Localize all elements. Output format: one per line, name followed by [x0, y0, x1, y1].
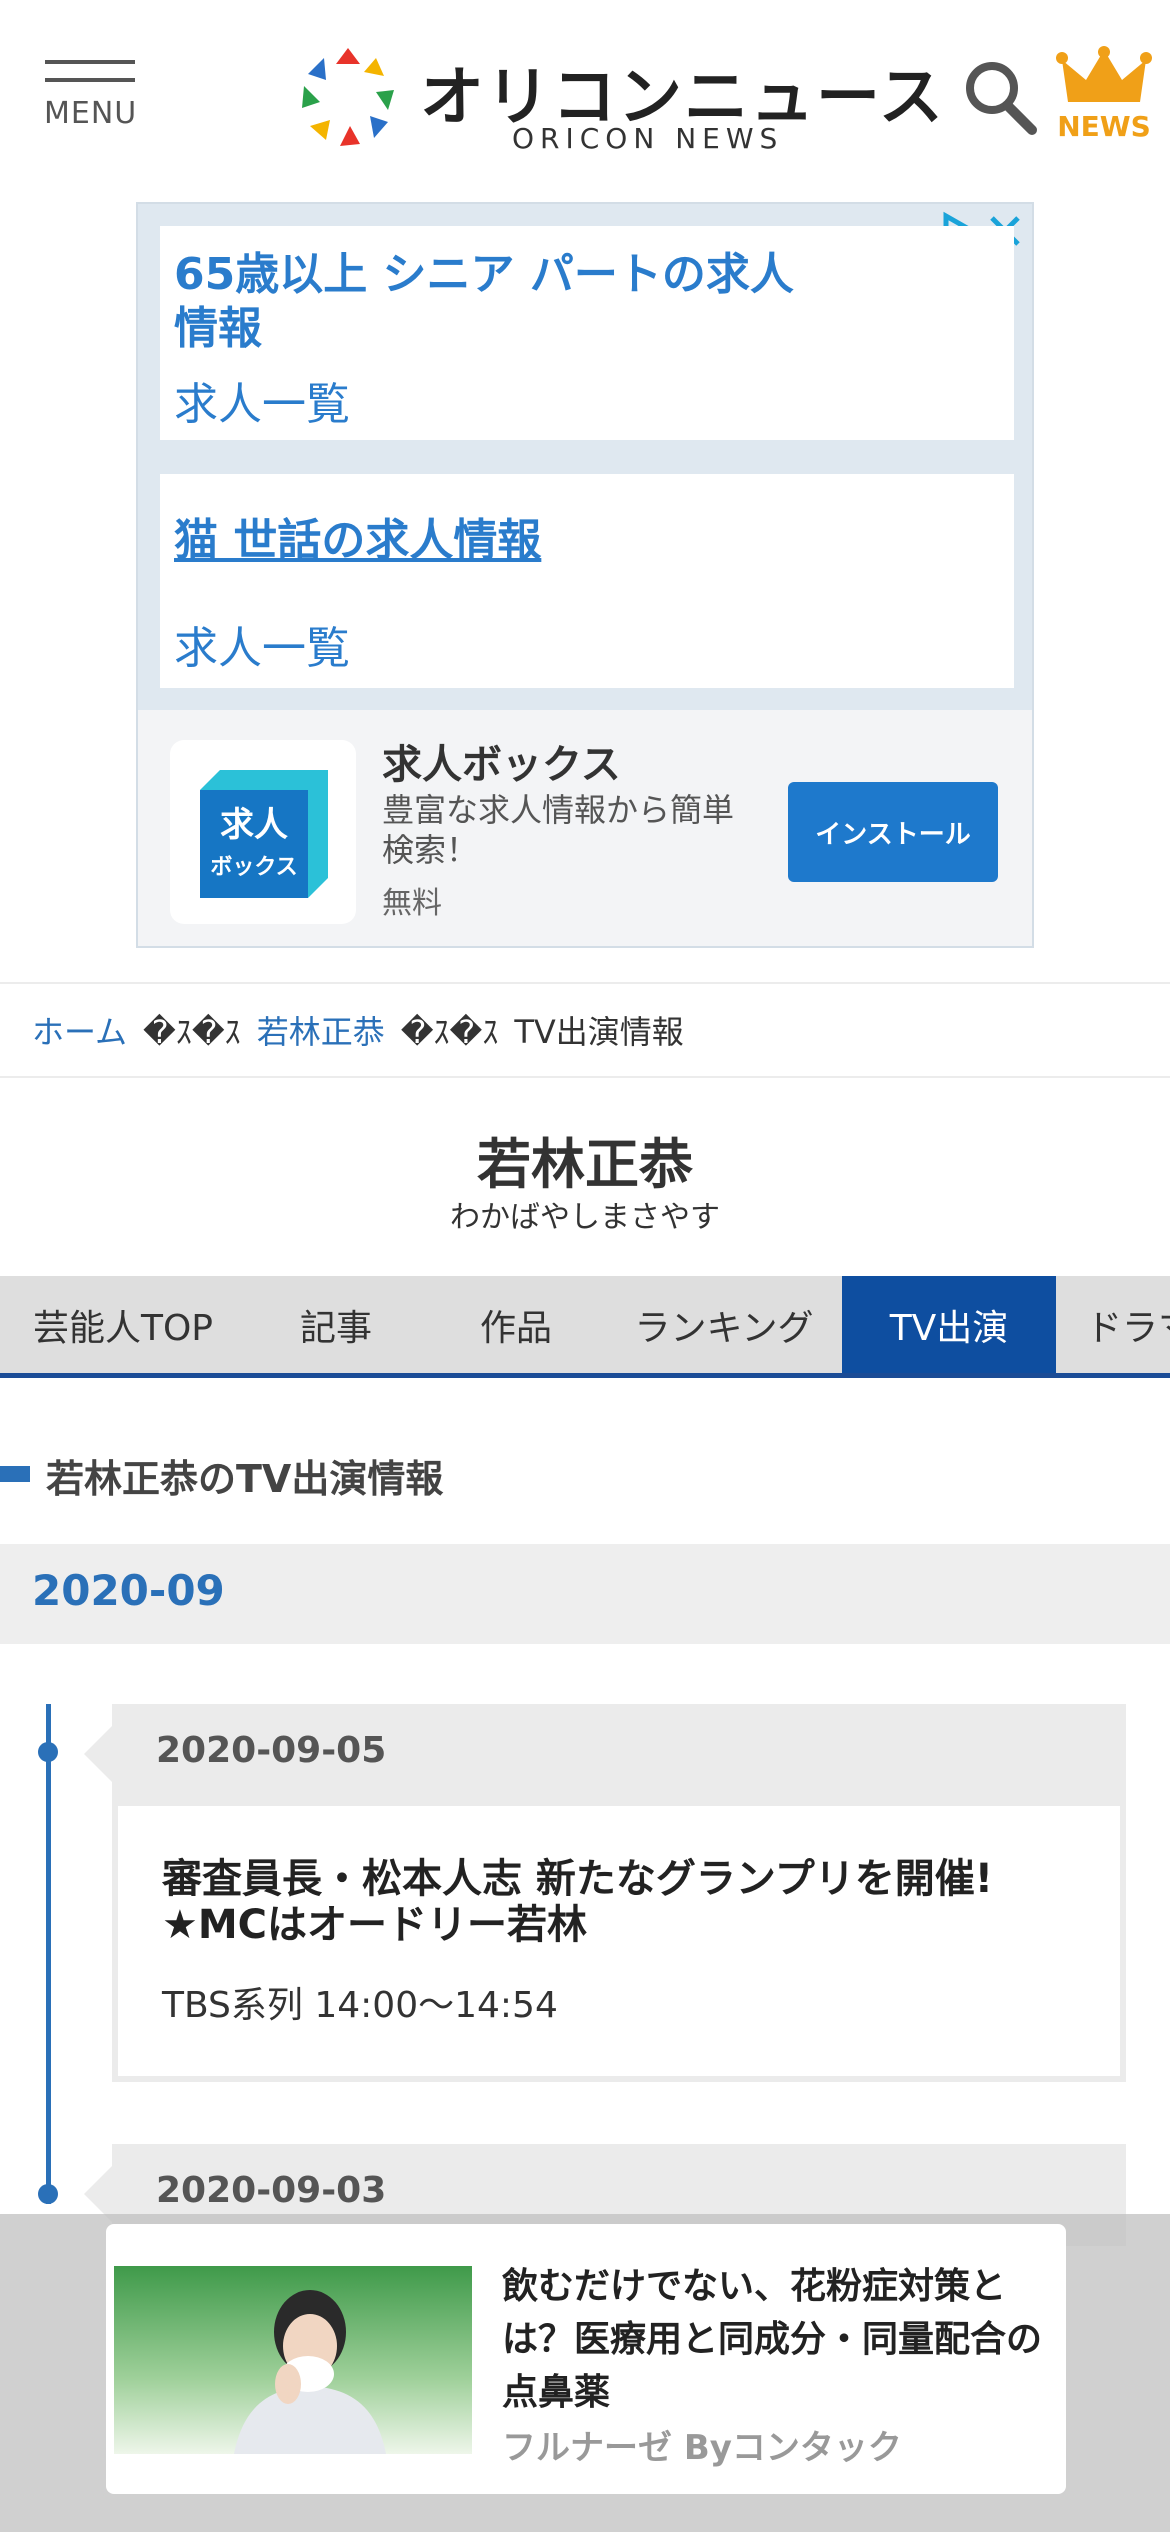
install-button[interactable]: インストール — [788, 782, 998, 882]
bottom-overlay-ad: 飲むだけでない、花粉症対策とは？医療用と同成分・同量配合の点鼻薬 フルナーゼ B… — [0, 2214, 1170, 2532]
crown-icon — [1056, 46, 1152, 102]
breadcrumb-home-link[interactable]: ホーム — [32, 1007, 127, 1053]
tab-top[interactable]: 芸能人TOP — [0, 1276, 246, 1373]
program-title[interactable]: 審査員長・松本人志 新たなグランプリを開催!★MCはオードリー若林 — [162, 1856, 1082, 1948]
oricon-logo-icon — [302, 48, 394, 146]
news-label: NEWS — [1057, 110, 1151, 143]
section-title: 若林正恭のTV出演情報 — [46, 1457, 444, 1501]
program-channel-time: TBS系列 14:00〜14:54 — [162, 1985, 558, 2026]
tab-ranking[interactable]: ランキング — [606, 1276, 842, 1373]
profile-tabs: 芸能人TOP 記事 作品 ランキング TV出演 ドラマ — [0, 1276, 1170, 1378]
ad-card-cat-jobs[interactable]: 猫 世話の求人情報 求人一覧 — [160, 474, 1014, 688]
ad-card-link[interactable]: 求人一覧 — [174, 612, 350, 676]
tv-program-entry[interactable]: 審査員長・松本人志 新たなグランプリを開催!★MCはオードリー若林 TBS系列 … — [112, 1806, 1126, 2082]
app-icon-container: 求人 ボックス — [170, 740, 356, 924]
month-header: 2020-09 — [0, 1544, 1170, 1644]
ad-card-senior-jobs[interactable]: 65歳以上 シニア パートの求人情報 求人一覧 — [160, 226, 1014, 440]
person-kana-reading: わかばやしまさやす — [450, 1200, 720, 1235]
overlay-ad-card[interactable]: 飲むだけでない、花粉症対策とは？医療用と同成分・同量配合の点鼻薬 フルナーゼ B… — [106, 2224, 1066, 2494]
menu-button[interactable]: MENU — [44, 56, 136, 146]
svg-text:求人: 求人 — [220, 805, 288, 845]
month-label: 2020-09 — [32, 1566, 225, 1615]
search-icon[interactable] — [962, 56, 1038, 136]
tab-tv-appearances[interactable]: TV出演 — [842, 1276, 1056, 1373]
breadcrumb: ホーム �ｽ�ｽ 若林正恭 �ｽ�ｽ TV出演情報 — [0, 982, 1170, 1078]
section-heading: 若林正恭のTV出演情報 — [0, 1448, 1170, 1504]
kyujin-box-app-icon: 求人 ボックス — [200, 770, 328, 898]
timeline-dot — [38, 2184, 58, 2204]
timeline-line — [46, 1704, 51, 2204]
app-price: 無料 — [382, 886, 442, 921]
ad-photo-woman-sneezing — [114, 2266, 472, 2454]
ad-card-title[interactable]: 65歳以上 シニア パートの求人情報 — [174, 248, 794, 356]
section-accent-bar — [0, 1466, 30, 1482]
ad-card-title[interactable]: 猫 世話の求人情報 — [174, 514, 541, 568]
tab-works[interactable]: 作品 — [426, 1276, 606, 1373]
timeline-dot — [38, 1742, 58, 1762]
tab-articles[interactable]: 記事 — [246, 1276, 426, 1373]
svg-text:ボックス: ボックス — [210, 855, 297, 880]
site-header: MENU オリコンニュース ORICON NEWS NEWS — [0, 0, 1170, 200]
logo-subtext: ORICON NEWS — [512, 122, 784, 155]
breadcrumb-separator: �ｽ�ｽ — [143, 1013, 241, 1051]
entry-date: 2020-09-05 — [156, 1730, 387, 1771]
overlay-ad-sponsor: フルナーゼ Byコンタック — [502, 2428, 902, 2468]
ad-app-promo[interactable]: 求人 ボックス 求人ボックス 豊富な求人情報から簡単検索！ 無料 インストール — [138, 710, 1032, 946]
oricon-news-logo[interactable]: オリコンニュース ORICON NEWS — [296, 40, 943, 160]
app-name: 求人ボックス — [382, 742, 621, 788]
overlay-ad-title[interactable]: 飲むだけでない、花粉症対策とは？医療用と同成分・同量配合の点鼻薬 — [502, 2260, 1042, 2419]
tab-drama[interactable]: ドラマ — [1056, 1276, 1170, 1373]
breadcrumb-current: TV出演情報 — [514, 1013, 684, 1051]
advertisement-block: 65歳以上 シニア パートの求人情報 求人一覧 猫 世話の求人情報 求人一覧 求… — [136, 202, 1034, 948]
hamburger-icon — [45, 60, 135, 64]
news-button[interactable]: NEWS — [1056, 46, 1152, 146]
app-description: 豊富な求人情報から簡単検索！ — [382, 791, 735, 869]
entry-date-bar: 2020-09-05 — [84, 1704, 1126, 1806]
breadcrumb-separator: �ｽ�ｽ — [400, 1013, 499, 1051]
ad-card-link[interactable]: 求人一覧 — [174, 368, 350, 432]
breadcrumb-person-link[interactable]: 若林正恭 — [257, 1007, 385, 1053]
page-title: 若林正恭 — [477, 1133, 693, 1196]
menu-label: MENU — [44, 96, 138, 131]
entry-date: 2020-09-03 — [156, 2170, 387, 2211]
